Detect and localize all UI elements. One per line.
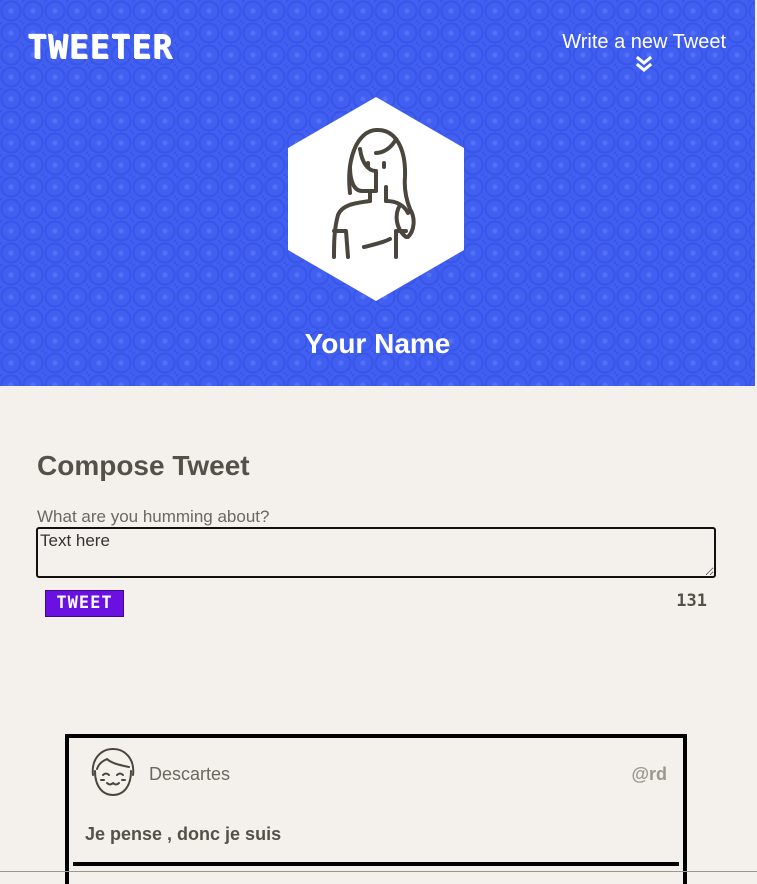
tweet-divider (73, 862, 679, 866)
smiling-face-avatar-icon (91, 748, 135, 796)
tweet-content: Je pense , donc je suis (85, 824, 282, 844)
compose-label: What are you humming about? (37, 507, 270, 526)
character-counter: 131 (676, 591, 707, 611)
write-new-tweet-label: Write a new Tweet (562, 31, 726, 53)
app-logo[interactable]: TWEETER (27, 27, 173, 67)
tweet-author: Descartes (149, 764, 231, 784)
tweet-submit-button[interactable]: TWEET (45, 590, 124, 617)
profile-avatar-icon (288, 97, 464, 301)
compose-title: Compose Tweet (37, 450, 250, 481)
write-new-tweet-link[interactable]: Write a new Tweet (562, 29, 726, 74)
user-name: Your Name (304, 328, 451, 359)
tweet-card: Descartes @rd Je pense , donc je suis (65, 734, 687, 884)
tweet-handle: @rd (631, 764, 667, 784)
double-chevron-down-icon[interactable] (635, 56, 653, 74)
tweet-textarea[interactable]: Text here (36, 527, 716, 578)
profile-header: TWEETER Write a new Tweet Your Name (0, 0, 755, 386)
page-bottom-divider (0, 871, 757, 872)
